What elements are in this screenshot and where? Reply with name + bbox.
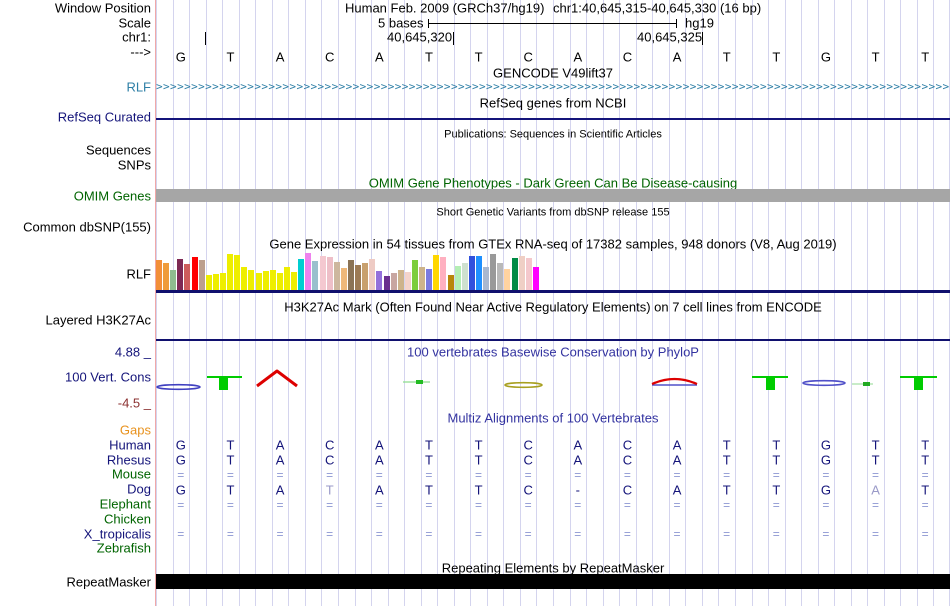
- generated-content-layer: [0, 0, 950, 606]
- ucsc-genome-browser-image: Window Position Human Feb. 2009 (GRCh37/…: [0, 0, 950, 606]
